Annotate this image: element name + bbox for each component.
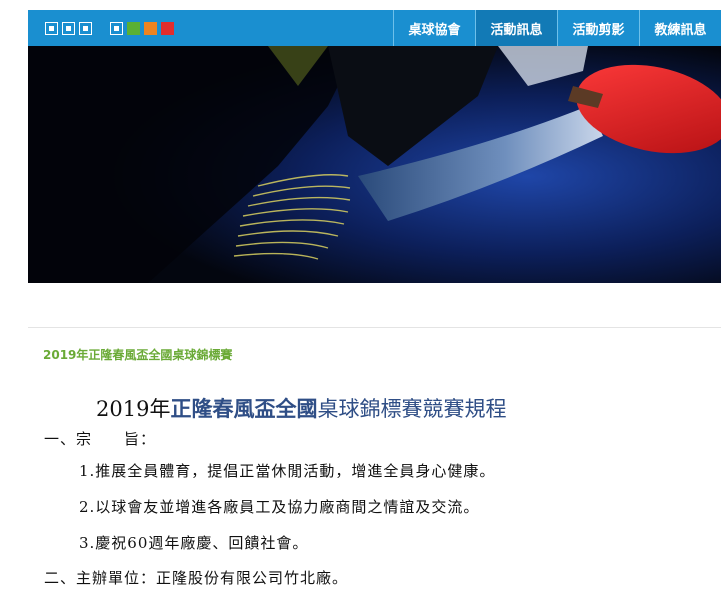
theme-green-swatch[interactable] — [127, 22, 140, 35]
window-icon[interactable] — [62, 22, 75, 35]
top-bar: 桌球協會 活動訊息 活動剪影 教練訊息 — [28, 10, 721, 46]
section-purpose-heading: 一、宗 旨： — [44, 430, 157, 448]
resize-icon[interactable] — [79, 22, 92, 35]
nav-events[interactable]: 活動訊息 — [475, 10, 557, 46]
hero-banner — [28, 46, 721, 283]
purpose-item: 1.推展全員體育，提倡正當休閒活動，增進全員身心健康。 — [79, 462, 496, 480]
nav-gallery[interactable]: 活動剪影 — [557, 10, 639, 46]
layout-icon[interactable] — [110, 22, 123, 35]
fullscreen-icon[interactable] — [45, 22, 58, 35]
title-highlight: 正隆春風盃全國 — [170, 396, 318, 421]
theme-red-swatch[interactable] — [161, 22, 174, 35]
content-divider — [28, 327, 721, 328]
theme-orange-swatch[interactable] — [144, 22, 157, 35]
hero-image — [28, 46, 721, 283]
breadcrumb[interactable]: 2019年正隆春風盃全國桌球錦標賽 — [43, 346, 232, 363]
nav-association[interactable]: 桌球協會 — [393, 10, 475, 46]
nav-coaches[interactable]: 教練訊息 — [639, 10, 721, 46]
article-title: 2019年正隆春風盃全國桌球錦標賽競賽規程 — [96, 393, 506, 423]
toolbar — [45, 22, 178, 35]
title-rest: 桌球錦標賽競賽規程 — [317, 397, 507, 421]
purpose-item: 3.慶祝60週年廠慶、回饋社會。 — [79, 534, 309, 552]
title-year: 2019年 — [96, 397, 171, 421]
section-organizer: 二、主辦單位：正隆股份有限公司竹北廠。 — [44, 569, 349, 587]
purpose-item: 2.以球會友並增進各廠員工及協力廠商間之情誼及交流。 — [79, 498, 480, 516]
main-nav: 桌球協會 活動訊息 活動剪影 教練訊息 — [393, 10, 721, 46]
